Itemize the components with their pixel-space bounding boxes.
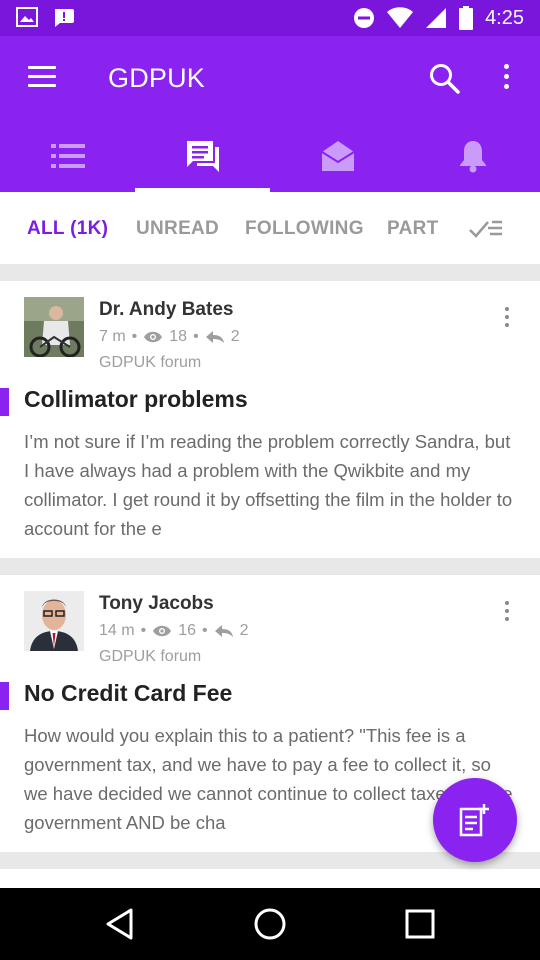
post-forum: GDPUK forum: [99, 648, 202, 665]
filter-bar: ALL (1K) UNREAD FOLLOWING PART: [0, 192, 540, 264]
post-author[interactable]: Tony Jacobs: [99, 593, 214, 615]
status-bar: 4:25: [0, 0, 540, 36]
post-meta: 7 m • 18 • 2: [99, 328, 240, 345]
post-forum: GDPUK forum: [99, 354, 202, 371]
post-views: 18: [169, 328, 188, 345]
post-replies: 2: [230, 328, 240, 345]
status-time: 4:25: [485, 6, 524, 29]
search-icon[interactable]: [428, 62, 460, 94]
wifi-icon: [387, 7, 414, 29]
menu-icon[interactable]: [28, 66, 56, 90]
new-post-icon: [459, 804, 489, 837]
post-subject[interactable]: Collimator problems: [24, 386, 248, 413]
eye-icon: [144, 331, 163, 343]
tab-messages[interactable]: [270, 120, 405, 192]
unread-marker: [0, 388, 9, 416]
icon-tab-bar: [0, 120, 540, 192]
filter-unread[interactable]: UNREAD: [136, 218, 219, 240]
unread-marker: [0, 682, 9, 710]
battery-icon: [459, 6, 474, 30]
mail-open-icon: [320, 141, 355, 171]
post-more-icon[interactable]: [504, 307, 510, 329]
system-nav-bar: [0, 888, 540, 960]
tab-notifications[interactable]: [405, 120, 540, 192]
post-author[interactable]: Dr. Andy Bates: [99, 299, 233, 321]
post-time: 7 m: [99, 328, 126, 345]
home-icon[interactable]: [253, 907, 287, 941]
post-views: 16: [178, 622, 196, 639]
post-card[interactable]: [0, 869, 540, 888]
new-post-button[interactable]: [433, 778, 517, 862]
eye-icon: [153, 625, 172, 637]
tab-forum[interactable]: [135, 120, 270, 192]
signal-icon: [426, 8, 447, 28]
filter-all[interactable]: ALL (1K): [27, 218, 108, 240]
post-subject[interactable]: No Credit Card Fee: [24, 680, 232, 707]
bell-icon: [459, 141, 486, 173]
avatar[interactable]: [24, 591, 84, 651]
mark-read-icon[interactable]: [468, 214, 504, 242]
post-meta: 14 m • 16 • 2: [99, 622, 249, 639]
list-icon: [50, 144, 85, 168]
app-bar: GDPUK: [0, 36, 540, 120]
more-vert-icon[interactable]: [500, 64, 512, 94]
forum-chat-icon: [186, 141, 219, 172]
reply-icon: [205, 331, 224, 343]
post-more-icon[interactable]: [504, 601, 510, 623]
post-time: 14 m: [99, 622, 135, 639]
avatar[interactable]: [24, 297, 84, 357]
app-title: GDPUK: [108, 63, 206, 93]
tab-list[interactable]: [0, 120, 135, 192]
filter-following[interactable]: FOLLOWING: [245, 218, 364, 240]
reply-icon: [214, 625, 233, 637]
filter-participated[interactable]: PART: [387, 218, 439, 240]
do-not-disturb-icon: [354, 8, 375, 28]
post-body: I’m not sure if I’m reading the problem …: [24, 431, 513, 539]
chat-notification-icon: [55, 9, 74, 27]
image-notification-icon: [16, 7, 38, 27]
recents-icon[interactable]: [403, 907, 437, 941]
back-icon[interactable]: [103, 907, 137, 941]
post-replies: 2: [239, 622, 249, 639]
post-card[interactable]: Dr. Andy Bates 7 m • 18 • 2 GDPUK forum …: [0, 281, 540, 558]
